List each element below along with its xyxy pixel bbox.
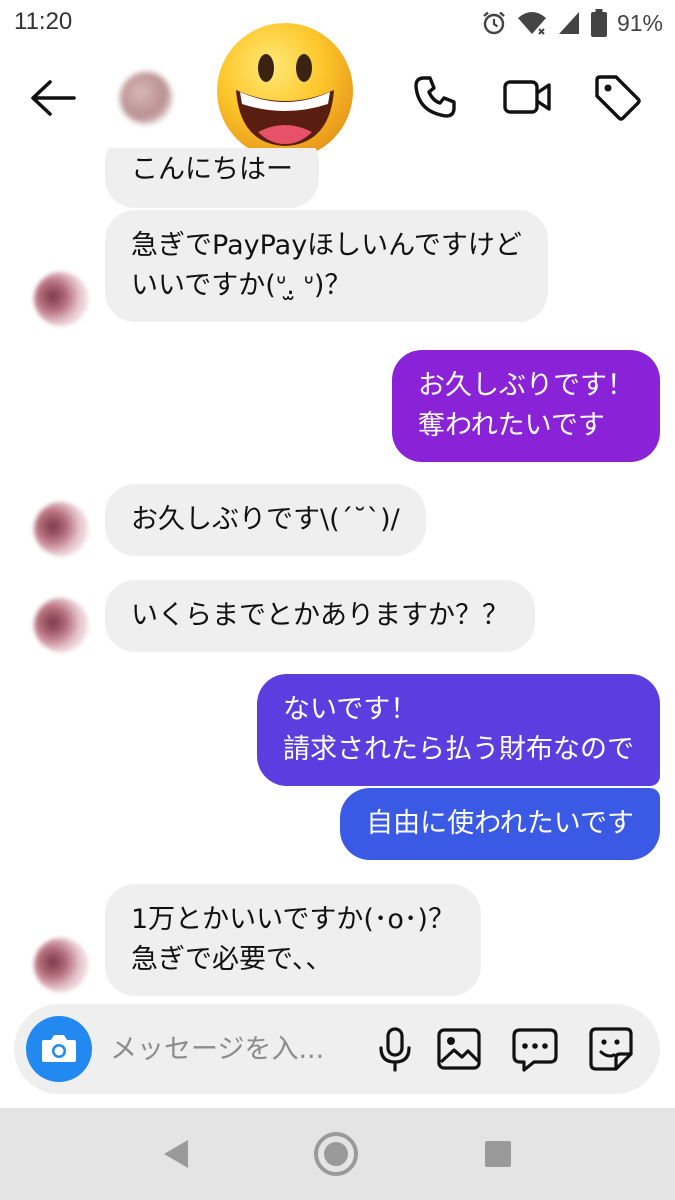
- message-line: お久しぶりです！: [418, 370, 634, 401]
- incoming-message[interactable]: こんにちはー: [105, 148, 319, 208]
- home-circle-icon: [314, 1132, 358, 1176]
- message-line: 急ぎで必要で、、: [131, 944, 333, 975]
- message-bubble-icon: [512, 1028, 558, 1072]
- outgoing-message[interactable]: お久しぶりです！ 奪われたいです: [392, 350, 660, 462]
- nav-home-button[interactable]: [312, 1130, 360, 1178]
- message-text: いくらまでとかありますか？？: [131, 600, 509, 631]
- back-arrow-icon: [31, 80, 76, 116]
- back-triangle-icon: [164, 1140, 188, 1168]
- tag-icon: [595, 75, 641, 121]
- message-composer: [14, 1004, 660, 1094]
- system-nav-bar: [0, 1108, 675, 1200]
- message-line: いいですか(ᐡ.̫ ᐡ)？: [131, 270, 352, 301]
- recents-square-icon: [485, 1141, 511, 1167]
- sender-avatar[interactable]: [34, 272, 88, 326]
- message-text: お久しぶりです\(´˘`)/: [131, 504, 400, 535]
- phone-icon: [414, 76, 456, 118]
- battery-percent: 91%: [616, 9, 663, 36]
- video-camera-icon: [503, 80, 551, 114]
- nav-recents-button[interactable]: [474, 1130, 522, 1178]
- contact-avatar[interactable]: [120, 72, 172, 124]
- call-button[interactable]: [410, 72, 460, 122]
- grinning-face-emoji: [217, 23, 353, 159]
- message-list[interactable]: こんにちはー 急ぎでPayPayほしいんですけど いいですか(ᐡ.̫ ᐡ)？ お…: [0, 148, 675, 1006]
- camera-button[interactable]: [26, 1016, 92, 1082]
- outgoing-message[interactable]: ないです！ 請求されたら払う財布なので: [257, 674, 660, 786]
- incoming-message[interactable]: 1万とかいいですか(･o･)？ 急ぎで必要で、、: [105, 884, 481, 996]
- message-line: 急ぎでPayPayほしいんですけど: [131, 230, 522, 261]
- sticker-button[interactable]: [586, 1024, 636, 1074]
- incoming-message[interactable]: いくらまでとかありますか？？: [105, 580, 535, 652]
- incoming-message[interactable]: お久しぶりです\(´˘`)/: [105, 484, 426, 556]
- message-line: 1万とかいいですか(･o･)？: [131, 904, 455, 935]
- battery-icon: [590, 9, 607, 37]
- message-line: 請求されたら払う財布なので: [283, 734, 634, 765]
- message-text: 自由に使われたいです: [366, 808, 634, 839]
- message-line: 奪われたいです: [418, 410, 605, 441]
- signal-icon: [558, 12, 579, 34]
- message-line: ないです！: [283, 694, 418, 725]
- gallery-button[interactable]: [434, 1024, 484, 1074]
- sender-avatar[interactable]: [34, 938, 88, 992]
- chat-header: [0, 23, 675, 159]
- sticker-icon: [589, 1027, 633, 1071]
- back-button[interactable]: [28, 76, 78, 120]
- wifi-icon: [517, 12, 546, 35]
- camera-icon: [42, 1035, 76, 1062]
- incoming-message[interactable]: 急ぎでPayPayほしいんですけど いいですか(ᐡ.̫ ᐡ)？: [105, 210, 548, 322]
- alarm-icon: [483, 11, 505, 35]
- video-call-button[interactable]: [502, 72, 552, 122]
- sender-avatar[interactable]: [34, 598, 88, 652]
- microphone-icon: [379, 1027, 411, 1072]
- sender-avatar[interactable]: [34, 502, 88, 556]
- nav-back-button[interactable]: [152, 1130, 200, 1178]
- outgoing-message[interactable]: 自由に使われたいです: [340, 788, 660, 860]
- message-text: こんにちはー: [131, 154, 293, 185]
- message-input[interactable]: [110, 1026, 350, 1072]
- status-icons: 91%: [481, 8, 663, 38]
- image-icon: [437, 1028, 481, 1070]
- tag-button[interactable]: [592, 72, 642, 122]
- voice-button[interactable]: [370, 1024, 420, 1074]
- message-bubble-button[interactable]: [510, 1024, 560, 1074]
- status-time: 11:20: [14, 8, 73, 35]
